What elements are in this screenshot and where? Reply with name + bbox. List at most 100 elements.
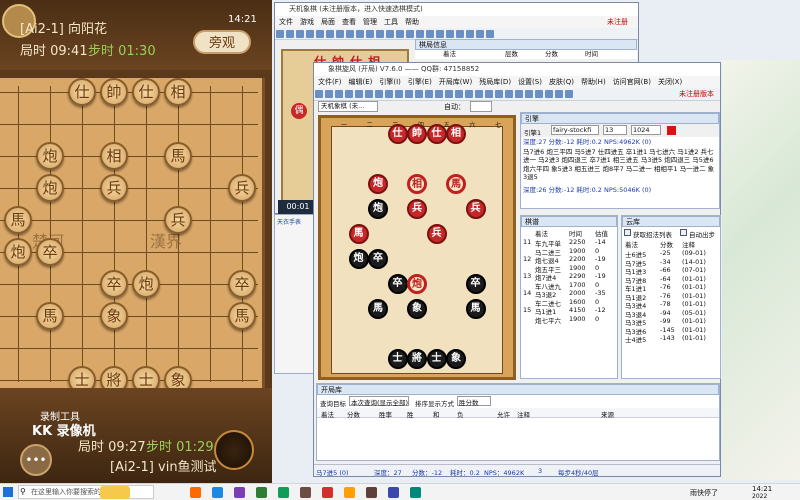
chess-piece[interactable]: 士	[426, 349, 447, 369]
chess-piece[interactable]: 兵	[100, 174, 128, 202]
menu-item[interactable]: 管理	[363, 18, 377, 26]
chess-piece[interactable]: 馬	[36, 302, 64, 330]
toolbar-icon[interactable]	[525, 90, 533, 98]
toolbar-icon[interactable]	[445, 90, 453, 98]
toolbar-icon[interactable]	[375, 90, 383, 98]
toolbar-icon[interactable]	[396, 30, 404, 38]
checkbox-icon[interactable]	[624, 229, 631, 236]
toolbar-icon[interactable]	[366, 30, 374, 38]
menu-item[interactable]: 开局库(W)	[439, 78, 472, 86]
toolbar-icon[interactable]	[426, 30, 434, 38]
chess-piece[interactable]: 仕	[132, 78, 160, 106]
toolbar-icon[interactable]	[455, 90, 463, 98]
chess-piece[interactable]: 卒	[387, 274, 408, 294]
toolbar-icon[interactable]	[456, 30, 464, 38]
chess-piece[interactable]: 卒	[100, 270, 128, 298]
toolbar-icon[interactable]	[286, 30, 294, 38]
threads-select[interactable]: 13	[603, 125, 627, 135]
menu-item[interactable]: 局面	[321, 18, 335, 26]
chess-piece[interactable]: 仕	[426, 124, 447, 144]
toolbar-icon[interactable]	[406, 30, 414, 38]
app-icon[interactable]	[322, 487, 333, 498]
chess-piece[interactable]: 仕	[387, 124, 408, 144]
toolbar-icon[interactable]	[535, 90, 543, 98]
engine-name-select[interactable]: fairy-stockfi	[551, 125, 599, 135]
toolbar-icon[interactable]	[356, 30, 364, 38]
chess-piece[interactable]: 兵	[465, 199, 486, 219]
bottom-avatar[interactable]	[214, 430, 254, 470]
chess-piece[interactable]: 兵	[407, 199, 427, 219]
app-icon[interactable]	[366, 487, 377, 498]
chess-piece[interactable]: 馬	[228, 302, 256, 330]
auto-select[interactable]	[470, 101, 492, 112]
menu-item[interactable]: 残局库(D)	[479, 78, 511, 86]
chess-piece[interactable]: 炮	[348, 249, 369, 269]
stop-engine-icon[interactable]	[667, 126, 676, 135]
toolbar-icon[interactable]	[345, 90, 353, 98]
app-icon[interactable]	[278, 487, 289, 498]
news-widget-icon[interactable]	[100, 486, 130, 499]
toolbar-icon[interactable]	[555, 90, 563, 98]
search-input[interactable]: 在这里输入你要搜索的内容	[18, 485, 154, 499]
chess-piece[interactable]: 馬	[348, 224, 369, 244]
toolbar-icon[interactable]	[435, 90, 443, 98]
toolbar-icon[interactable]	[565, 90, 573, 98]
toolbar-icon[interactable]	[505, 90, 513, 98]
toolbar-icon[interactable]	[385, 90, 393, 98]
menu-item[interactable]: 帮助	[405, 18, 419, 26]
query-target-select[interactable]: 本次查询(显示全部)	[349, 396, 409, 407]
toolbar-icon[interactable]	[306, 30, 314, 38]
chess-piece[interactable]: 卒	[465, 274, 486, 294]
toolbar-icon[interactable]	[276, 30, 284, 38]
chess-piece[interactable]: 炮	[36, 174, 64, 202]
toolbar-icon[interactable]	[485, 90, 493, 98]
sort-select[interactable]: 胜分数	[457, 396, 491, 407]
app-icon[interactable]	[410, 487, 421, 498]
chess-piece[interactable]: 炮	[36, 142, 64, 170]
menu-item[interactable]: 编辑(E)	[349, 78, 373, 86]
chess-piece[interactable]: 仕	[68, 78, 96, 106]
chess-piece[interactable]: 炮	[132, 270, 160, 298]
windows-start-icon[interactable]	[3, 487, 13, 497]
toolbar-icon[interactable]	[365, 90, 373, 98]
menu-item[interactable]: 引擎(E)	[408, 78, 432, 86]
app-icon[interactable]	[388, 487, 399, 498]
toolbar-icon[interactable]	[425, 90, 433, 98]
chess-piece[interactable]: 士	[387, 349, 408, 369]
app-icon[interactable]	[190, 487, 201, 498]
toolbar-icon[interactable]	[436, 30, 444, 38]
chess-piece[interactable]: 馬	[446, 174, 466, 194]
weather-text[interactable]: 雨快停了	[690, 488, 718, 498]
chess-piece[interactable]: 相	[164, 78, 192, 106]
chess-piece[interactable]: 帥	[100, 78, 128, 106]
chess-piece[interactable]: 相	[446, 124, 466, 144]
toolbar-icon[interactable]	[376, 30, 384, 38]
chess-piece[interactable]: 帥	[407, 124, 427, 144]
chess-piece[interactable]: 卒	[368, 249, 388, 269]
chess-piece[interactable]: 卒	[36, 238, 64, 266]
toolbar-icon[interactable]	[335, 90, 343, 98]
app-icon[interactable]	[234, 487, 245, 498]
clock-time[interactable]: 14:21	[752, 485, 772, 493]
game-board[interactable]: 楚河 漢界 仕帥仕相炮相馬炮兵兵馬兵炮卒卒炮卒馬象馬士將士象	[0, 78, 265, 394]
toolbar-icon[interactable]	[326, 30, 334, 38]
chess-piece[interactable]: 馬	[164, 142, 192, 170]
clock-date[interactable]: 2022	[752, 493, 767, 500]
chess-piece[interactable]: 馬	[368, 299, 388, 319]
menu-item[interactable]: 皮肤(Q)	[549, 78, 574, 86]
app-icon[interactable]	[300, 487, 311, 498]
chess-piece[interactable]: 兵	[164, 206, 192, 234]
toolbar-icon[interactable]	[315, 90, 323, 98]
chess-piece[interactable]: 卒	[228, 270, 256, 298]
chess-piece[interactable]: 馬	[465, 299, 486, 319]
chess-piece[interactable]: 炮	[407, 274, 427, 294]
toolbar-icon[interactable]	[466, 30, 474, 38]
menu-item[interactable]: 工具	[384, 18, 398, 26]
menu-item[interactable]: 关闭(X)	[658, 78, 682, 86]
menu-item[interactable]: 引擎(I)	[379, 78, 401, 86]
toolbar-icon[interactable]	[476, 30, 484, 38]
chess-piece[interactable]: 炮	[368, 174, 388, 194]
chess-piece[interactable]: 兵	[228, 174, 256, 202]
toolbar-icon[interactable]	[446, 30, 454, 38]
toolbar-icon[interactable]	[475, 90, 483, 98]
